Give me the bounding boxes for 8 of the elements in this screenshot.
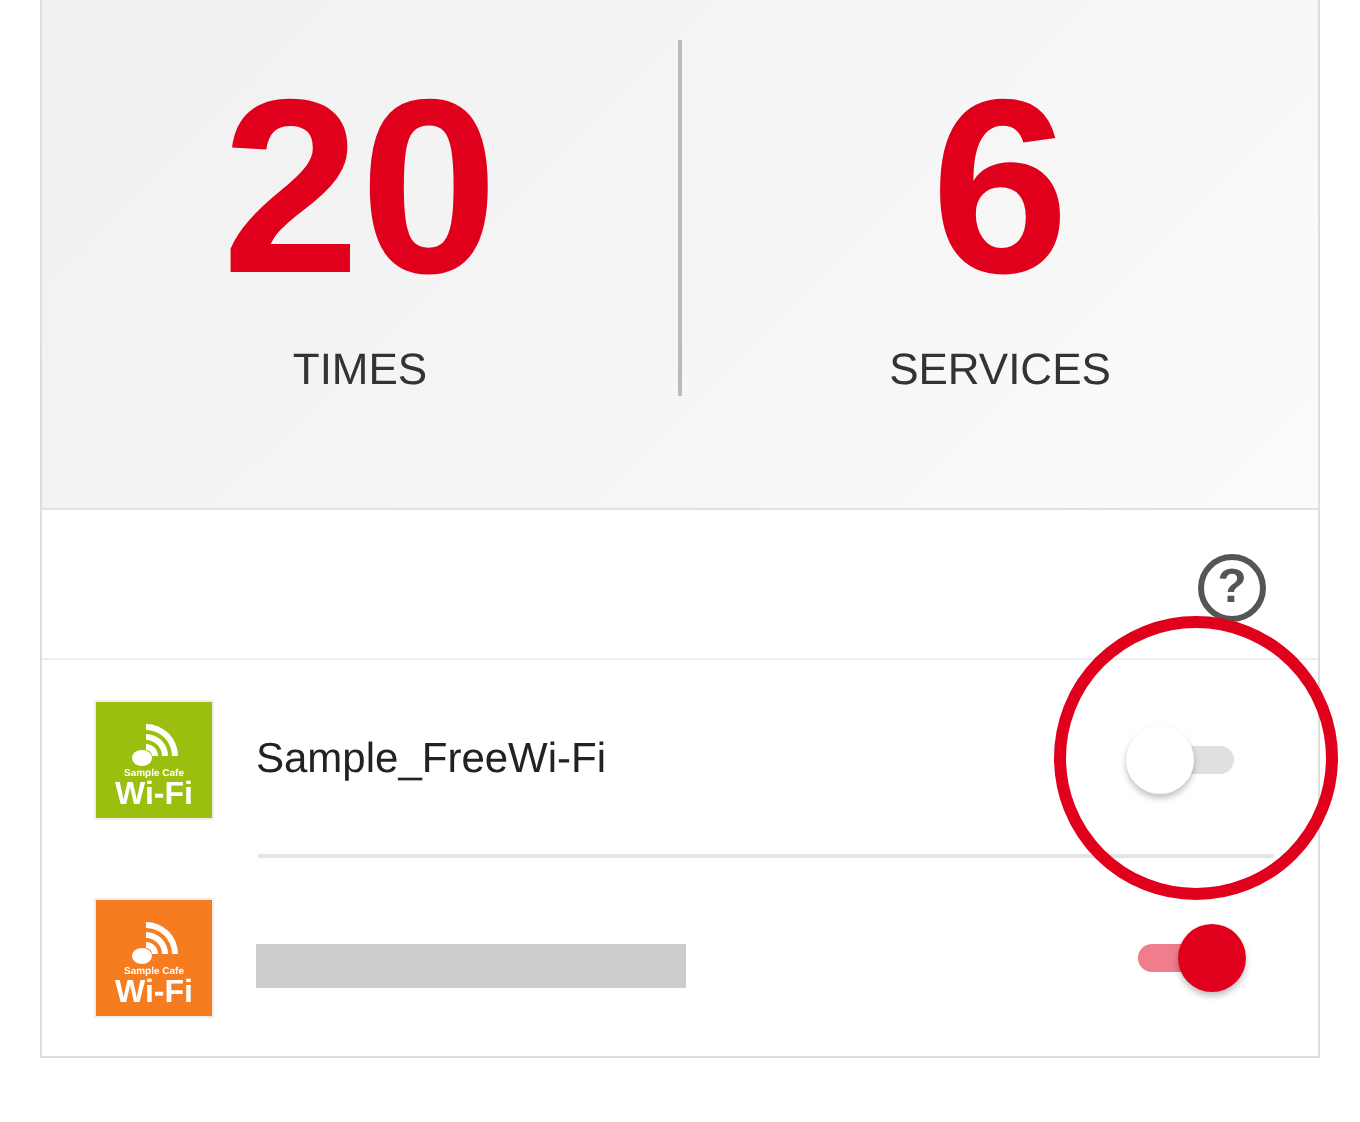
- wifi-cup-icon: [126, 719, 182, 768]
- count-label: TIMES: [292, 344, 428, 396]
- count-value: 20: [222, 64, 498, 312]
- network-name: Sample_FreeWi-Fi: [256, 735, 607, 784]
- count-value: 6: [931, 64, 1069, 312]
- count-label: SERVICES: [889, 344, 1111, 396]
- wifi-cup-icon: [126, 917, 182, 965]
- help-button[interactable]: ?: [1198, 554, 1266, 623]
